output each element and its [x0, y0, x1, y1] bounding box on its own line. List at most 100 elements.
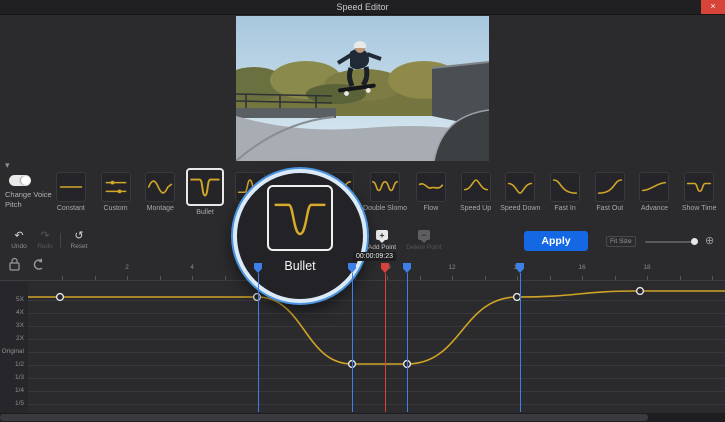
ruler-tick — [452, 276, 453, 280]
preset-advance[interactable]: Advance — [634, 172, 676, 220]
grid-line — [28, 378, 725, 379]
add-point-icon: + — [376, 230, 388, 240]
ruler-tick — [355, 276, 356, 280]
add-point-button[interactable]: + Add Point — [364, 230, 400, 251]
delete-point-icon: − — [418, 230, 430, 240]
preset-thumbnail — [505, 172, 535, 202]
ruler-tick — [680, 276, 681, 280]
video-preview — [236, 16, 489, 161]
reset-button[interactable]: ↺ Reset — [66, 230, 92, 250]
zoom-in-icon[interactable]: ⊕ — [705, 234, 714, 247]
preset-constant[interactable]: Constant — [50, 172, 92, 220]
ruler-number: 12 — [448, 264, 455, 271]
horizontal-scrollbar[interactable] — [0, 413, 725, 422]
speed-label: 1/4 — [0, 387, 24, 394]
ruler-number: 4 — [190, 264, 194, 271]
preset-label: Advance — [641, 205, 668, 212]
preset-thumbnail — [370, 172, 400, 202]
magnified-thumbnail — [267, 185, 333, 251]
grid-line — [28, 365, 725, 366]
ruler-tick — [95, 276, 96, 280]
curve-control-point[interactable] — [254, 294, 261, 301]
ruler-tick — [420, 276, 421, 280]
preset-label: Constant — [57, 205, 85, 212]
scrollbar-thumb[interactable] — [0, 414, 648, 421]
preset-strip: Constant Custom Montage Bullet Double Slomo F… — [50, 172, 720, 220]
delete-point-button[interactable]: − Delete Point — [404, 230, 444, 251]
ruler-baseline — [0, 280, 725, 281]
titlebar: Speed Editor × — [0, 0, 725, 15]
preset-fast-out[interactable]: Fast Out — [589, 172, 631, 220]
curve-control-point[interactable] — [404, 361, 411, 368]
preset-thumbnail — [595, 172, 625, 202]
preset-label: Bullet — [196, 209, 214, 216]
preset-thumbnail — [186, 168, 224, 206]
preset-label: Fast In — [554, 205, 575, 212]
grid-line — [28, 404, 725, 405]
grid-line — [28, 313, 725, 314]
close-button[interactable]: × — [701, 0, 725, 14]
ruler-tick — [517, 276, 518, 280]
preset-magnifier: Bullet — [233, 169, 367, 303]
reset-icon: ↺ — [66, 230, 92, 242]
collapse-arrow-icon[interactable]: ▾ — [5, 161, 10, 170]
ruler-tick — [485, 276, 486, 280]
speed-label: 1/2 — [0, 361, 24, 368]
ruler-tick — [550, 276, 551, 280]
preset-label: Flow — [423, 205, 438, 212]
speed-graph[interactable]: 5X4X3X2XOriginal1/21/31/41/5 — [0, 282, 725, 413]
ruler-tick — [160, 276, 161, 280]
grid-line — [28, 326, 725, 327]
preset-thumbnail — [639, 172, 669, 202]
preset-label: Show Time — [682, 205, 717, 212]
ruler-tick — [225, 276, 226, 280]
ruler-number: 2 — [125, 264, 129, 271]
preset-bullet[interactable]: Bullet — [184, 172, 226, 220]
voice-pitch-toggle[interactable] — [9, 175, 31, 186]
ruler-tick — [62, 276, 63, 280]
video-frame — [236, 16, 489, 161]
preset-thumbnail — [56, 172, 86, 202]
preset-speed-up[interactable]: Speed Up — [455, 172, 497, 220]
preset-fast-in[interactable]: Fast In — [544, 172, 586, 220]
zoom-slider-track[interactable] — [645, 241, 697, 243]
preset-thumbnail — [416, 172, 446, 202]
preset-label: Custom — [104, 205, 128, 212]
curve-control-point[interactable] — [57, 294, 64, 301]
apply-button[interactable]: Apply — [524, 231, 588, 251]
redo-button[interactable]: ↷ Redo — [34, 230, 56, 250]
preset-label: Montage — [147, 205, 174, 212]
preset-double-slomo[interactable]: Double Slomo — [363, 172, 407, 220]
preset-label: Speed Up — [460, 205, 491, 212]
curve-control-point[interactable] — [637, 288, 644, 295]
grid-line — [28, 300, 725, 301]
preset-montage[interactable]: Montage — [139, 172, 181, 220]
preset-label: Fast Out — [596, 205, 623, 212]
undo-icon: ↶ — [8, 230, 30, 242]
grid-line — [28, 339, 725, 340]
ruler-tick — [647, 276, 648, 280]
preset-thumbnail — [550, 172, 580, 202]
ruler-number: 18 — [643, 264, 650, 271]
preset-flow[interactable]: Flow — [410, 172, 452, 220]
window-title: Speed Editor — [0, 0, 725, 14]
fit-size-label[interactable]: Fit Size — [606, 236, 636, 247]
preset-speed-down[interactable]: Speed Down — [499, 172, 541, 220]
preset-label: Speed Down — [500, 205, 540, 212]
ruler-tick — [615, 276, 616, 280]
zoom-slider-knob[interactable] — [691, 238, 698, 245]
undo-button[interactable]: ↶ Undo — [8, 230, 30, 250]
bullet-curve-icon — [269, 187, 331, 249]
grid-line — [28, 352, 725, 353]
speed-label: 1/5 — [0, 400, 24, 407]
toolbar-separator — [60, 233, 61, 248]
curve-control-point[interactable] — [349, 361, 356, 368]
toggle-knob — [21, 176, 30, 185]
grid-line — [28, 391, 725, 392]
curve-control-point[interactable] — [514, 294, 521, 301]
preset-show-time[interactable]: Show Time — [678, 172, 720, 220]
preset-custom[interactable]: Custom — [95, 172, 137, 220]
preset-thumbnail — [461, 172, 491, 202]
speed-label: 2X — [0, 335, 24, 342]
ruler-number: 16 — [578, 264, 585, 271]
